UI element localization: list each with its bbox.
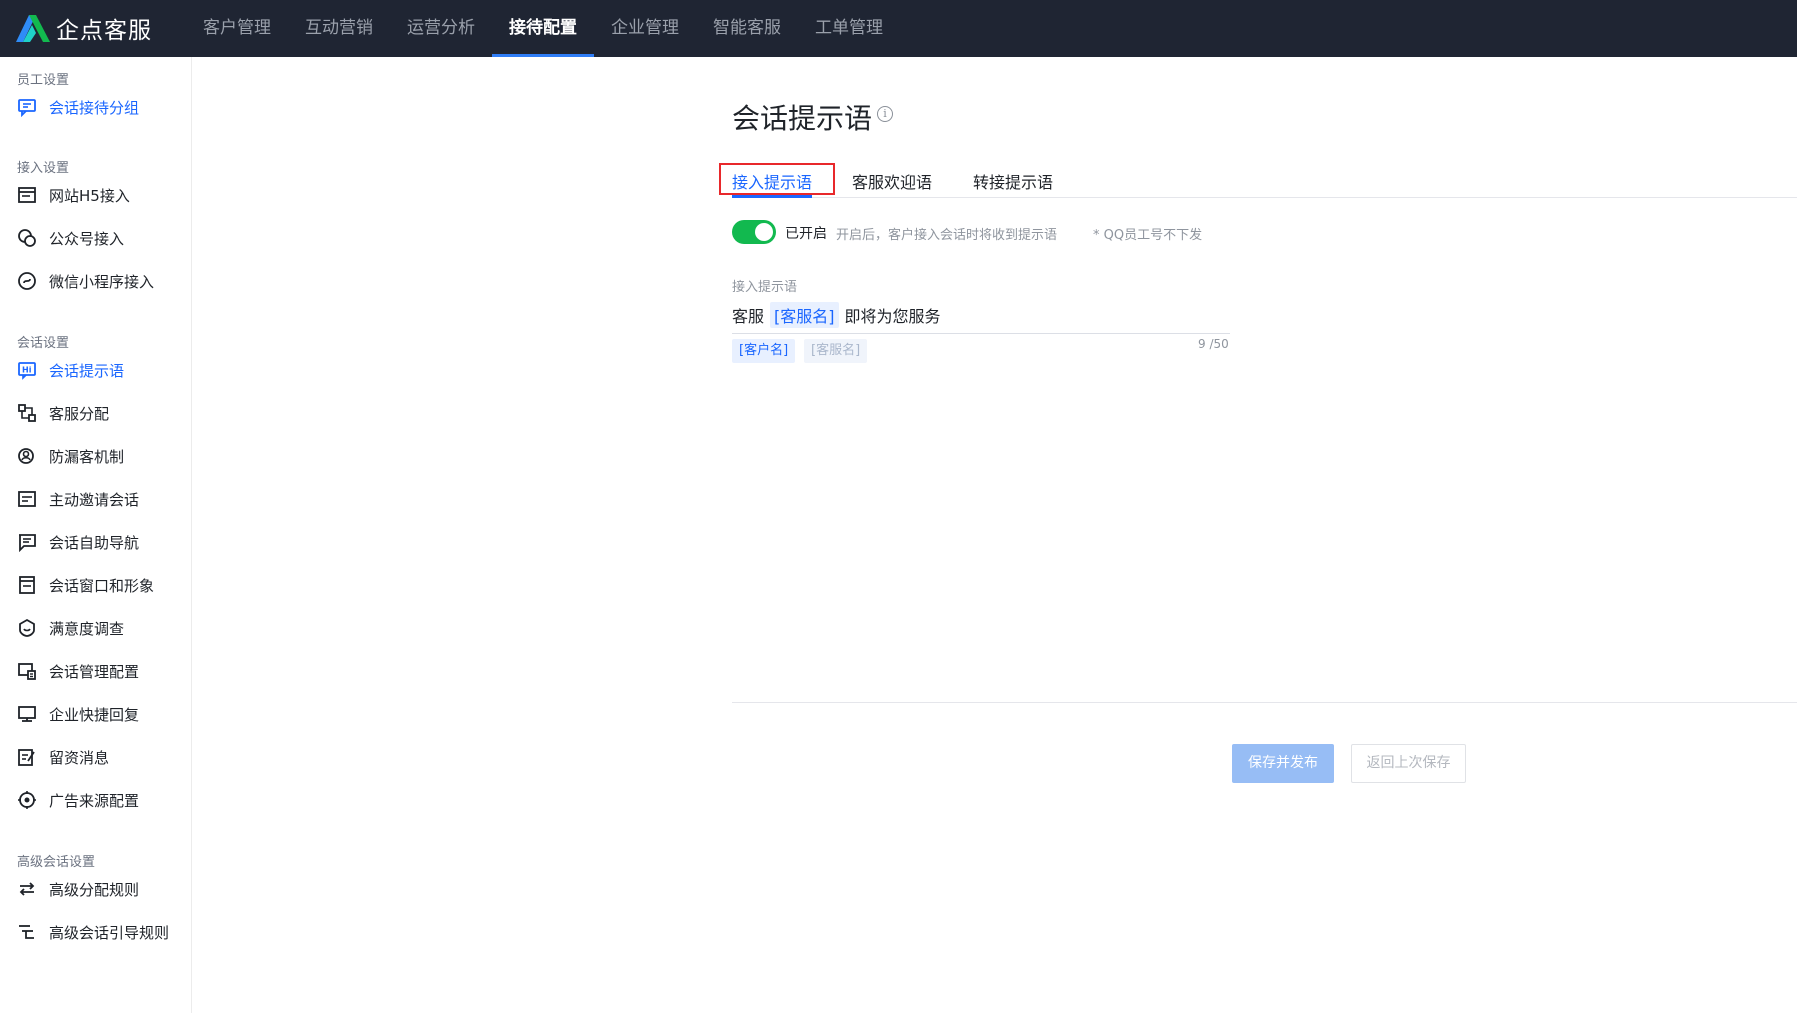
sidebar-item-session-prompt[interactable]: Hi 会话提示语	[0, 353, 191, 387]
guide-flow-icon	[17, 922, 37, 942]
satisfaction-icon	[17, 618, 37, 638]
toggle-status-label: 已开启	[785, 226, 827, 242]
wechat-icon	[17, 228, 37, 248]
highlight-annotation-box	[719, 163, 835, 195]
char-counter: 9 /50	[1198, 337, 1229, 351]
sidebar-group-advanced: 高级会话设置	[17, 855, 96, 870]
nav-interactive-marketing[interactable]: 互动营销	[288, 0, 390, 57]
sidebar-item-label: 微信小程序接入	[49, 272, 155, 291]
transfer-arrows-icon	[17, 879, 37, 899]
chat-group-icon	[17, 97, 37, 117]
sidebar-item-label: 防漏客机制	[49, 447, 125, 466]
sidebar-item-ad-source[interactable]: 广告来源配置	[0, 783, 191, 817]
nav-operations-analysis[interactable]: 运营分析	[390, 0, 492, 57]
hi-message-icon: Hi	[17, 360, 37, 380]
nav-reception-config[interactable]: 接待配置	[492, 0, 594, 57]
revert-last-save-button[interactable]: 返回上次保存	[1351, 744, 1466, 783]
sidebar-item-lead-message[interactable]: 留资消息	[0, 740, 191, 774]
main-nav: 客户管理 互动营销 运营分析 接待配置 企业管理 智能客服 工单管理	[186, 0, 900, 57]
tab-transfer-prompt[interactable]: 转接提示语	[973, 169, 1053, 193]
enable-toggle[interactable]	[732, 220, 776, 244]
toggle-note: * QQ员工号不下发	[1093, 228, 1203, 243]
top-navbar: 企点客服 客户管理 互动营销 运营分析 接待配置 企业管理 智能客服 工单管理	[0, 0, 1797, 57]
logo-icon	[16, 15, 50, 42]
insert-agent-name-chip[interactable]: [客服名]	[804, 339, 868, 363]
toggle-hint: 开启后，客户接入会话时将收到提示语	[836, 228, 1058, 243]
sidebar-item-advanced-assign[interactable]: 高级分配规则	[0, 872, 191, 906]
prompt-prefix: 客服	[732, 307, 765, 326]
sidebar-group-access: 接入设置	[17, 161, 70, 176]
sidebar-item-satisfaction[interactable]: 满意度调查	[0, 611, 191, 645]
invite-window-icon	[17, 489, 37, 509]
prompt-field-label: 接入提示语	[732, 280, 798, 295]
page-title: 会话提示语	[732, 102, 873, 135]
info-icon[interactable]: i	[877, 106, 893, 122]
sidebar-item-mini-program[interactable]: 微信小程序接入	[0, 264, 191, 298]
sidebar-item-label: 高级会话引导规则	[49, 923, 170, 942]
sidebar-item-label: 高级分配规则	[49, 880, 140, 899]
brand-name: 企点客服	[56, 18, 152, 44]
sidebar-item-label: 留资消息	[49, 748, 110, 767]
sidebar-item-label: 公众号接入	[49, 229, 125, 248]
prompt-text-input[interactable]: 客服 [客服名] 即将为您服务	[732, 302, 941, 328]
sidebar-item-label: 会话窗口和形象	[49, 576, 155, 595]
sidebar-item-quick-reply[interactable]: 企业快捷回复	[0, 697, 191, 731]
sidebar-item-session-manage[interactable]: 会话管理配置	[0, 654, 191, 688]
sidebar-item-advanced-guide[interactable]: 高级会话引导规则	[0, 915, 191, 949]
sidebar-item-label: 满意度调查	[49, 619, 125, 638]
brand-logo[interactable]: 企点客服	[14, 12, 152, 44]
chat-list-icon	[17, 532, 37, 552]
target-icon	[17, 790, 37, 810]
sidebar-item-anti-miss[interactable]: 防漏客机制	[0, 439, 191, 473]
input-underline	[732, 333, 1230, 334]
sidebar-group-staff: 员工设置	[17, 73, 70, 88]
footer-divider	[732, 702, 1797, 703]
insert-customer-name-chip[interactable]: [客户名]	[732, 339, 796, 363]
user-shield-icon	[17, 446, 37, 466]
sidebar-item-label: 主动邀请会话	[49, 490, 140, 509]
tab-agent-welcome[interactable]: 客服欢迎语	[852, 169, 932, 193]
sidebar-item-agent-assign[interactable]: 客服分配	[0, 396, 191, 430]
sidebar-item-proactive-invite[interactable]: 主动邀请会话	[0, 482, 191, 516]
sidebar-item-website-h5[interactable]: 网站H5接入	[0, 178, 191, 212]
save-publish-button[interactable]: 保存并发布	[1232, 744, 1334, 783]
nav-ticket-management[interactable]: 工单管理	[798, 0, 900, 57]
sidebar-item-official-account[interactable]: 公众号接入	[0, 221, 191, 255]
prompt-suffix: 即将为您服务	[844, 307, 941, 326]
sidebar-item-label: 企业快捷回复	[49, 705, 140, 724]
sidebar: 员工设置 会话接待分组 接入设置 网站H5接入 公众号接入 微信小程序接入 会话…	[0, 57, 192, 1013]
nav-customer-management[interactable]: 客户管理	[186, 0, 288, 57]
agent-name-variable: [客服名]	[770, 302, 839, 328]
sidebar-item-label: 会话接待分组	[49, 98, 140, 117]
edit-form-icon	[17, 747, 37, 767]
nav-smart-service[interactable]: 智能客服	[696, 0, 798, 57]
sidebar-item-label: 客服分配	[49, 404, 110, 423]
sidebar-item-label: 会话管理配置	[49, 662, 140, 681]
svg-text:Hi: Hi	[22, 366, 32, 375]
assign-icon	[17, 403, 37, 423]
nav-enterprise-management[interactable]: 企业管理	[594, 0, 696, 57]
tabs-divider	[732, 197, 1797, 198]
sidebar-item-label: 会话自助导航	[49, 533, 140, 552]
browser-icon	[17, 185, 37, 205]
sidebar-item-window-style[interactable]: 会话窗口和形象	[0, 568, 191, 602]
sidebar-item-self-navigation[interactable]: 会话自助导航	[0, 525, 191, 559]
sidebar-item-reception-group[interactable]: 会话接待分组	[0, 90, 191, 124]
sidebar-group-session: 会话设置	[17, 336, 70, 351]
window-icon	[17, 575, 37, 595]
sidebar-item-label: 广告来源配置	[49, 791, 140, 810]
sidebar-item-label: 网站H5接入	[49, 186, 130, 205]
active-tab-indicator	[732, 195, 812, 198]
quick-reply-icon	[17, 704, 37, 724]
sidebar-item-label: 会话提示语	[49, 361, 125, 380]
mini-program-icon	[17, 271, 37, 291]
session-manage-icon	[17, 661, 37, 681]
